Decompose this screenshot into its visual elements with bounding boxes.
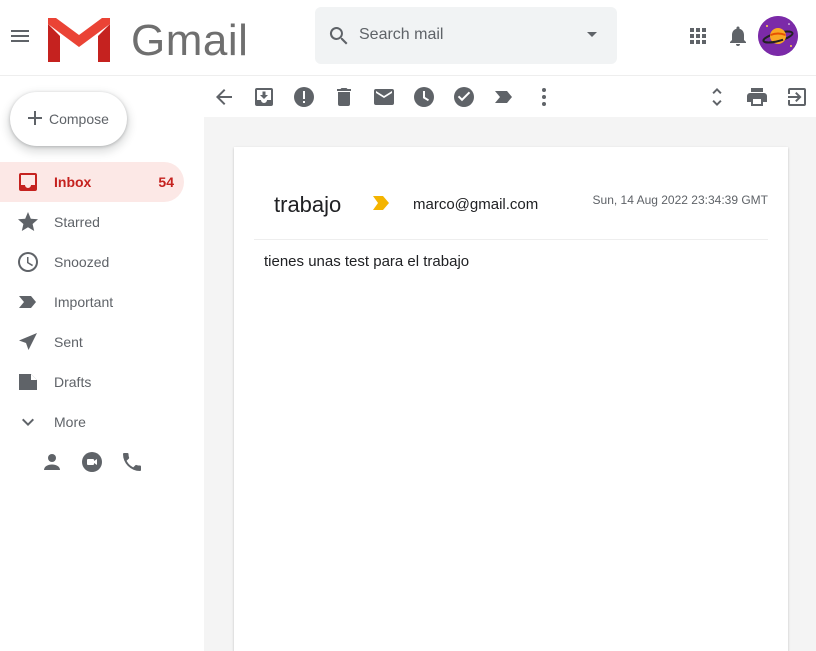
message-date: Sun, 14 Aug 2022 23:34:39 GMT	[592, 193, 768, 207]
snooze-icon[interactable]	[412, 85, 436, 109]
expand-icon[interactable]	[705, 85, 729, 109]
sidebar-item-label: More	[54, 414, 86, 430]
video-icon[interactable]	[80, 450, 104, 474]
person-icon[interactable]	[40, 450, 64, 474]
sidebar-item-label: Snoozed	[54, 254, 110, 270]
sidebar-item-snoozed[interactable]: Snoozed	[0, 242, 184, 282]
dropdown-icon[interactable]	[587, 32, 597, 37]
compose-button[interactable]: Compose	[10, 92, 127, 146]
sidebar-item-drafts[interactable]: Drafts	[0, 362, 184, 402]
unread-count-badge: 54	[158, 174, 174, 190]
apps-icon[interactable]	[686, 24, 710, 48]
chevron-down-icon	[16, 410, 40, 434]
message-toolbar	[204, 77, 816, 117]
compose-label: Compose	[49, 111, 109, 127]
star-icon	[16, 210, 40, 234]
message-sender[interactable]: marco@gmail.com	[413, 196, 538, 213]
sidebar-item-label: Inbox	[54, 174, 92, 190]
archive-icon[interactable]	[252, 85, 276, 109]
send-icon	[16, 330, 40, 354]
mark-unread-icon[interactable]	[372, 85, 396, 109]
phone-icon[interactable]	[120, 450, 144, 474]
draft-icon	[16, 370, 40, 394]
sidebar-item-label: Drafts	[54, 374, 92, 390]
gmail-logo-text: Gmail	[131, 16, 249, 65]
message-body: tienes unas test para el trabajo	[264, 253, 470, 270]
plus-icon	[23, 106, 47, 130]
message-card: trabajo marco@gmail.com Sun, 14 Aug 2022…	[234, 147, 788, 651]
divider	[254, 239, 768, 240]
sidebar-item-sent[interactable]: Sent	[0, 322, 184, 362]
sidebar-item-important[interactable]: Important	[0, 282, 184, 322]
done-icon[interactable]	[452, 85, 476, 109]
gmail-app: Gmail Search mail Compose Inbox 54 Starr…	[0, 0, 816, 651]
report-spam-icon[interactable]	[292, 85, 316, 109]
sidebar-item-label: Starred	[54, 214, 100, 230]
inbox-icon	[16, 170, 40, 194]
search-icon[interactable]	[327, 24, 351, 48]
sidebar-item-starred[interactable]: Starred	[0, 202, 184, 242]
label-icon[interactable]	[492, 85, 516, 109]
more-vert-icon[interactable]	[532, 85, 556, 109]
open-new-window-icon[interactable]	[785, 85, 809, 109]
search-bar[interactable]	[315, 7, 617, 64]
clock-icon	[16, 250, 40, 274]
delete-icon[interactable]	[332, 85, 356, 109]
important-marker-icon[interactable]	[371, 195, 391, 211]
sidebar-item-label: Important	[54, 294, 114, 310]
sidebar-item-inbox[interactable]: Inbox 54	[0, 162, 184, 202]
menu-icon[interactable]	[8, 24, 32, 48]
sidebar-item-more[interactable]: More	[0, 402, 184, 442]
sidebar-item-label: Sent	[54, 334, 83, 350]
print-icon[interactable]	[745, 85, 769, 109]
message-subject: trabajo	[274, 192, 342, 217]
bell-icon[interactable]	[726, 24, 750, 48]
top-header: Gmail	[0, 0, 816, 76]
sidebar-nav: Inbox 54 Starred Snoozed Important Sent …	[0, 162, 204, 442]
search-input[interactable]	[359, 22, 569, 48]
gmail-logo-icon[interactable]	[44, 14, 114, 66]
important-icon	[16, 290, 40, 314]
back-arrow-icon[interactable]	[212, 85, 236, 109]
avatar[interactable]	[758, 16, 798, 56]
sidebar-bottom-icons	[40, 450, 160, 474]
